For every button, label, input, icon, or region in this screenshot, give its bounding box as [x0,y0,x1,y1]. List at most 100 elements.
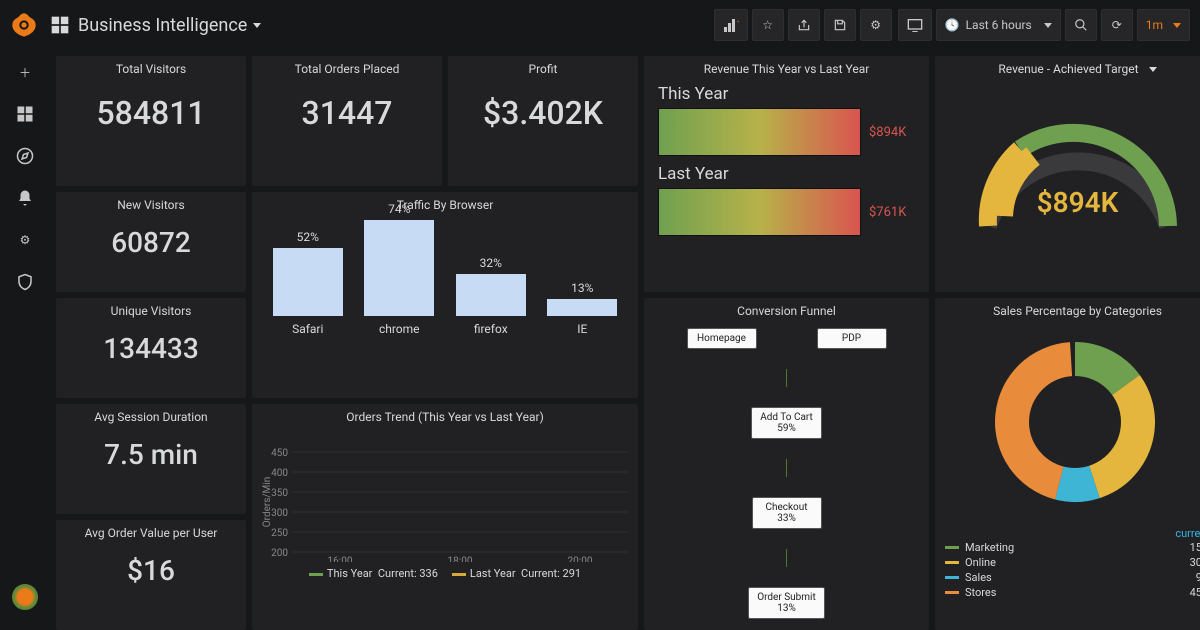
legend-item: Last Year Current: 291 [452,567,581,580]
svg-text:350: 350 [271,488,288,499]
stat-value: $16 [56,554,246,587]
bar: 13%IE [552,281,612,336]
bar: 74%chrome [369,202,429,336]
refresh-interval: 1m [1146,18,1163,32]
plus-icon[interactable]: ＋ [13,60,37,84]
panel-conversion-funnel[interactable]: Conversion Funnel Homepage PDP Add To Cart… [644,298,929,630]
svg-text:400: 400 [271,468,288,479]
shield-icon[interactable] [13,270,37,294]
svg-text:Orders/Min: Orders/Min [262,477,273,527]
dashboard-grid-icon [50,15,70,35]
svg-text:20:00: 20:00 [568,556,593,562]
revenue-row: Last Year$761K [644,160,929,240]
refresh-interval-picker[interactable]: 1m [1137,9,1190,41]
tv-mode-button[interactable] [898,9,932,41]
zoom-out-button[interactable] [1065,9,1097,41]
svg-text:200: 200 [271,548,288,559]
clock-icon: 🕓 [945,18,960,32]
panel-avg-session[interactable]: Avg Session Duration 7.5 min [56,404,246,514]
add-panel-button[interactable]: + [714,9,748,41]
time-range-label: Last 6 hours [966,18,1032,32]
stat-value: 134433 [56,332,246,365]
svg-text:16:00: 16:00 [328,556,353,562]
legend-item: Marketing15% [945,540,1200,555]
stat-value: 60872 [56,226,246,259]
bar-chart: 52%Safari74%chrome32%firefox13%IE [252,216,638,336]
panel-title: Sales Percentage by Categories [935,298,1200,322]
panel-unique-visitors[interactable]: Unique Visitors 134433 [56,298,246,398]
grid-icon[interactable] [13,102,37,126]
panel-title: Total Visitors [56,56,246,80]
star-button[interactable]: ☆ [752,9,784,41]
share-button[interactable] [788,9,820,41]
panel-revenue-gauge[interactable]: Revenue - Achieved Target $894K [935,56,1200,292]
legend-item: This Year Current: 336 [309,567,438,580]
gauge-chart [958,86,1198,246]
panel-new-visitors[interactable]: New Visitors 60872 [56,192,246,292]
refresh-button[interactable]: ⟳ [1101,9,1133,41]
bar: 32%firefox [461,256,521,336]
time-range-picker[interactable]: 🕓 Last 6 hours [936,9,1061,41]
stat-value: 31447 [252,94,442,132]
funnel-node: Add To Cart59% [751,407,822,439]
panel-title: Avg Session Duration [56,404,246,428]
panel-title: New Visitors [56,192,246,216]
grafana-logo [10,11,38,39]
stat-value: 584811 [56,94,246,132]
panel-sales-categories[interactable]: Sales Percentage by Categories current M… [935,298,1200,630]
dashboard-title-picker[interactable]: Business Intelligence [78,15,261,36]
panel-title: Unique Visitors [56,298,246,322]
funnel-node: PDP [817,328,887,349]
funnel-node: Homepage [687,328,757,349]
topbar: Business Intelligence + ☆ ⚙ 🕓 Last 6 hou… [0,0,1200,50]
legend-item: Online30% [945,555,1200,570]
user-avatar[interactable] [12,584,38,610]
line-chart: 200 250 300 350 400 450 Orders/Min 16:00 18:00 20… [260,432,630,562]
caret-down-icon [1044,23,1052,28]
compass-icon[interactable] [13,144,37,168]
funnel-node: Order Submit13% [748,587,825,619]
panel-avg-order[interactable]: Avg Order Value per User $16 [56,520,246,630]
panel-total-visitors[interactable]: Total Visitors 584811 [56,56,246,186]
svg-text:250: 250 [271,528,288,539]
dashboard-grid: Total Visitors 584811 Total Orders Place… [50,50,1200,622]
panel-orders-trend[interactable]: Orders Trend (This Year vs Last Year) 20… [252,404,638,630]
svg-text:300: 300 [271,508,288,519]
bell-icon[interactable] [13,186,37,210]
panel-profit[interactable]: Profit $3.402K [448,56,638,186]
panel-title: Revenue This Year vs Last Year [644,56,929,80]
settings-button[interactable]: ⚙ [860,9,892,41]
stat-value: 7.5 min [56,438,246,471]
panel-title: Traffic By Browser [252,192,638,216]
panel-title: Orders Trend (This Year vs Last Year) [252,404,638,428]
panel-revenue-year[interactable]: Revenue This Year vs Last Year This Year… [644,56,929,292]
donut-chart [935,322,1200,522]
dashboard-title: Business Intelligence [78,15,247,36]
revenue-row: This Year$894K [644,80,929,160]
caret-down-icon [253,23,261,28]
funnel-node: Checkout33% [752,497,822,529]
panel-title: Conversion Funnel [644,298,929,322]
legend-item: Sales9% [945,570,1200,585]
gear-icon[interactable]: ⚙ [13,228,37,252]
sidebar: ＋ ⚙ [0,50,50,622]
save-button[interactable] [824,9,856,41]
panel-total-orders[interactable]: Total Orders Placed 31447 [252,56,442,186]
svg-text:+: + [737,18,739,26]
svg-text:18:00: 18:00 [448,556,473,562]
svg-text:450: 450 [271,448,288,459]
caret-down-icon [1173,23,1181,28]
panel-title: Total Orders Placed [252,56,442,80]
funnel-chart: Homepage PDP Add To Cart59% Checkout33% Orde… [644,328,929,619]
panel-title: Revenue - Achieved Target [935,56,1200,80]
panel-title: Profit [448,56,638,80]
caret-down-icon [1149,67,1157,72]
panel-traffic-browser[interactable]: Traffic By Browser 52%Safari 74%chrome 32%… [252,192,638,398]
gauge-value: $894K [935,186,1200,219]
legend-item: Stores45% [945,585,1200,600]
panel-title: Avg Order Value per User [56,520,246,544]
stat-value: $3.402K [448,94,638,132]
bar: 52%Safari [278,230,338,336]
legend-header: current [945,527,1200,540]
panel-averages-stack: Avg Session Duration 7.5 min Avg Order V… [56,404,246,630]
